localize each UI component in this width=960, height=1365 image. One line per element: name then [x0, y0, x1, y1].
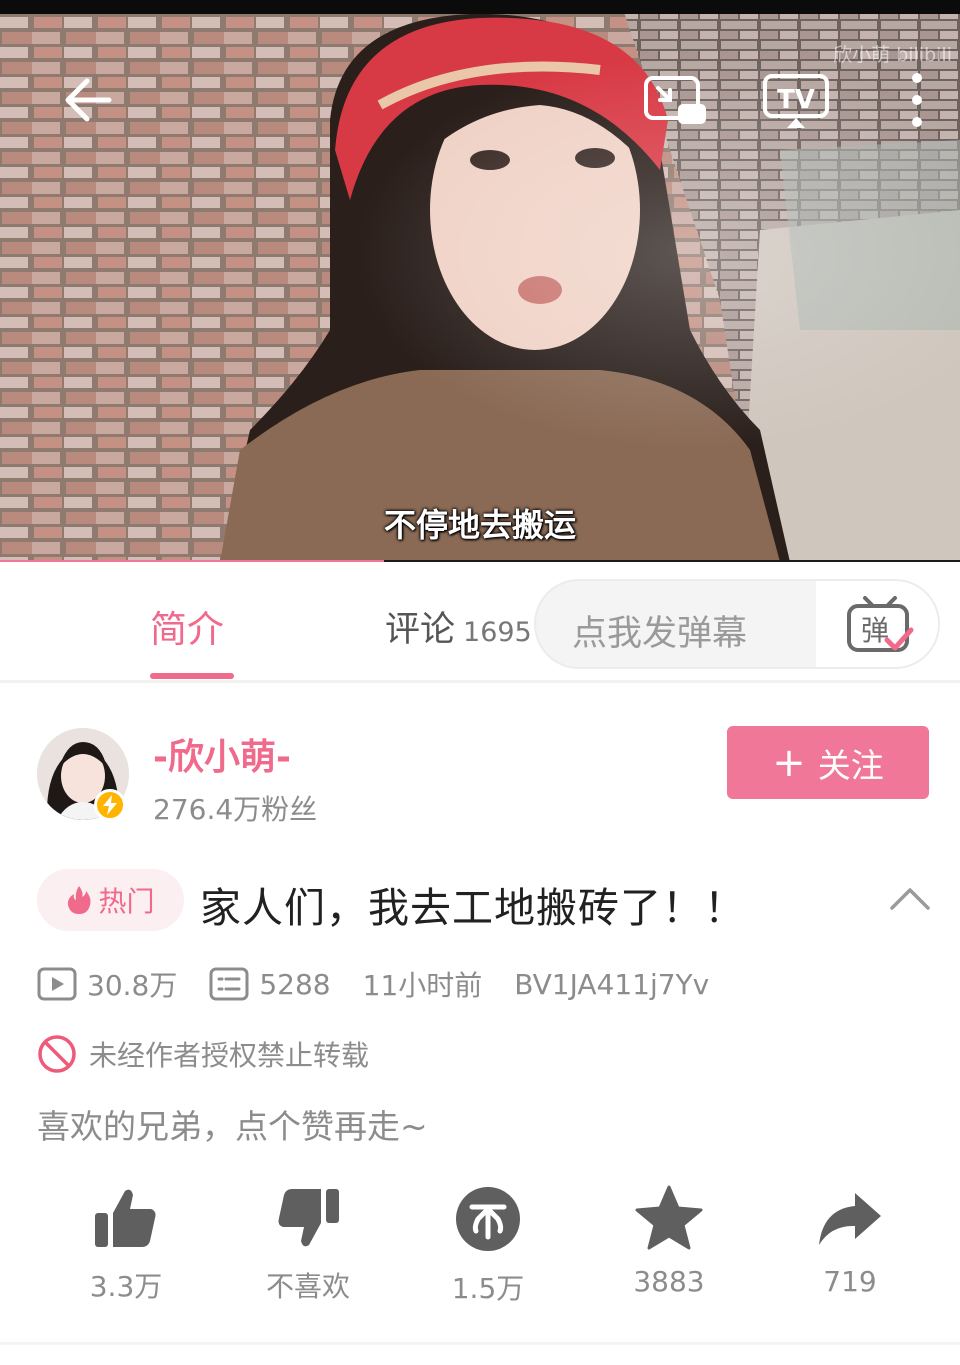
- share-count: 719: [823, 1265, 877, 1298]
- video-player[interactable]: TV 欣小萌 bilibili 不停地去搬运: [0, 0, 960, 562]
- tab-comments[interactable]: 评论 1695: [385, 601, 532, 652]
- tab-active-indicator: [150, 673, 234, 679]
- video-subtitle: 不停地去搬运: [383, 506, 576, 544]
- tab-intro[interactable]: 简介: [150, 599, 224, 653]
- thumbs-down-icon: [278, 1189, 339, 1247]
- uploader-name[interactable]: -欣小萌-: [153, 728, 291, 780]
- like-count: 3.3万: [89, 1270, 163, 1303]
- bvid-text: BV1JA411j7Yv: [514, 967, 710, 1001]
- tv-cast-icon: TV: [763, 74, 829, 128]
- dislike-label: 不喜欢: [265, 1270, 350, 1303]
- danmaku-count: 5288: [259, 967, 331, 1001]
- play-count-icon: [37, 967, 77, 1001]
- hot-badge[interactable]: 热门: [37, 869, 184, 931]
- video-stats: 30.8万 5288 11小时前 BV1JA411j7Yv: [37, 962, 741, 1006]
- coin-button[interactable]: 1.5万: [418, 1185, 558, 1315]
- publish-time: 11小时前: [363, 964, 483, 1004]
- plus-icon: +: [772, 739, 806, 786]
- copyright-text: 未经作者授权禁止转载: [89, 1039, 370, 1072]
- danmaku-icon: 弹: [847, 596, 914, 652]
- tab-comments-label: 评论: [385, 610, 456, 650]
- favorite-button[interactable]: 3883: [599, 1185, 739, 1315]
- dislike-button[interactable]: 不喜欢: [238, 1185, 378, 1315]
- uploader-fans: 276.4万粉丝: [153, 793, 318, 826]
- follow-label: 关注: [817, 745, 884, 785]
- svg-text:TV: TV: [777, 85, 815, 115]
- danmaku-placeholder: 点我发弹幕: [572, 614, 748, 654]
- views-stat: 30.8万: [37, 964, 177, 1004]
- tab-bar: 简介 评论 1695 点我发弹幕 弹: [0, 565, 960, 683]
- collapse-button[interactable]: [888, 878, 932, 922]
- share-button[interactable]: 719: [780, 1185, 920, 1315]
- back-arrow-icon: [65, 78, 112, 122]
- video-title: 家人们，我去工地搬砖了！！: [200, 884, 746, 932]
- copyright-notice: 未经作者授权禁止转载: [37, 1034, 369, 1074]
- danmaku-toggle-button[interactable]: 弹: [818, 581, 938, 667]
- progress-bar[interactable]: [0, 560, 960, 562]
- video-description: 喜欢的兄弟，点个赞再走~: [37, 1107, 428, 1146]
- more-vertical-icon: [912, 73, 922, 127]
- verified-badge: [94, 789, 126, 821]
- chevron-up-icon: [890, 888, 930, 910]
- status-bar: [0, 0, 960, 14]
- bottom-divider: [0, 1342, 960, 1345]
- danmaku-count-icon: [209, 967, 249, 1001]
- danmaku-input[interactable]: 点我发弹幕 弹: [534, 579, 940, 669]
- progress-fill: [0, 560, 384, 562]
- pip-button[interactable]: [638, 70, 712, 132]
- hot-badge-label: 热门: [98, 885, 155, 918]
- like-button[interactable]: 3.3万: [56, 1185, 196, 1315]
- more-button[interactable]: [895, 68, 939, 132]
- back-button[interactable]: [52, 68, 122, 132]
- flame-icon: [68, 886, 91, 914]
- lightning-icon: [103, 795, 117, 815]
- coin-icon: [456, 1187, 520, 1251]
- share-arrow-icon: [819, 1193, 881, 1245]
- cast-to-tv-button[interactable]: TV: [758, 70, 834, 132]
- star-icon: [635, 1185, 703, 1250]
- action-bar: 3.3万 不喜欢 1.5万 3883 719: [0, 1185, 960, 1315]
- no-repost-icon: [38, 1035, 76, 1073]
- picture-in-picture-icon: [644, 76, 706, 124]
- coin-count: 1.5万: [451, 1272, 525, 1305]
- views-count: 30.8万: [87, 969, 178, 1002]
- danmaku-stat: 5288: [209, 967, 331, 1001]
- favorite-count: 3883: [633, 1265, 705, 1298]
- publish-time-text: 11小时前: [362, 969, 483, 1002]
- bvid[interactable]: BV1JA411j7Yv: [514, 968, 709, 1001]
- follow-button[interactable]: + 关注: [727, 726, 929, 799]
- watermark: 欣小萌 bilibili: [833, 44, 952, 66]
- tab-comments-count: 1695: [463, 617, 532, 648]
- danmaku-icon-char: 弹: [861, 614, 889, 647]
- thumbs-up-icon: [95, 1189, 156, 1247]
